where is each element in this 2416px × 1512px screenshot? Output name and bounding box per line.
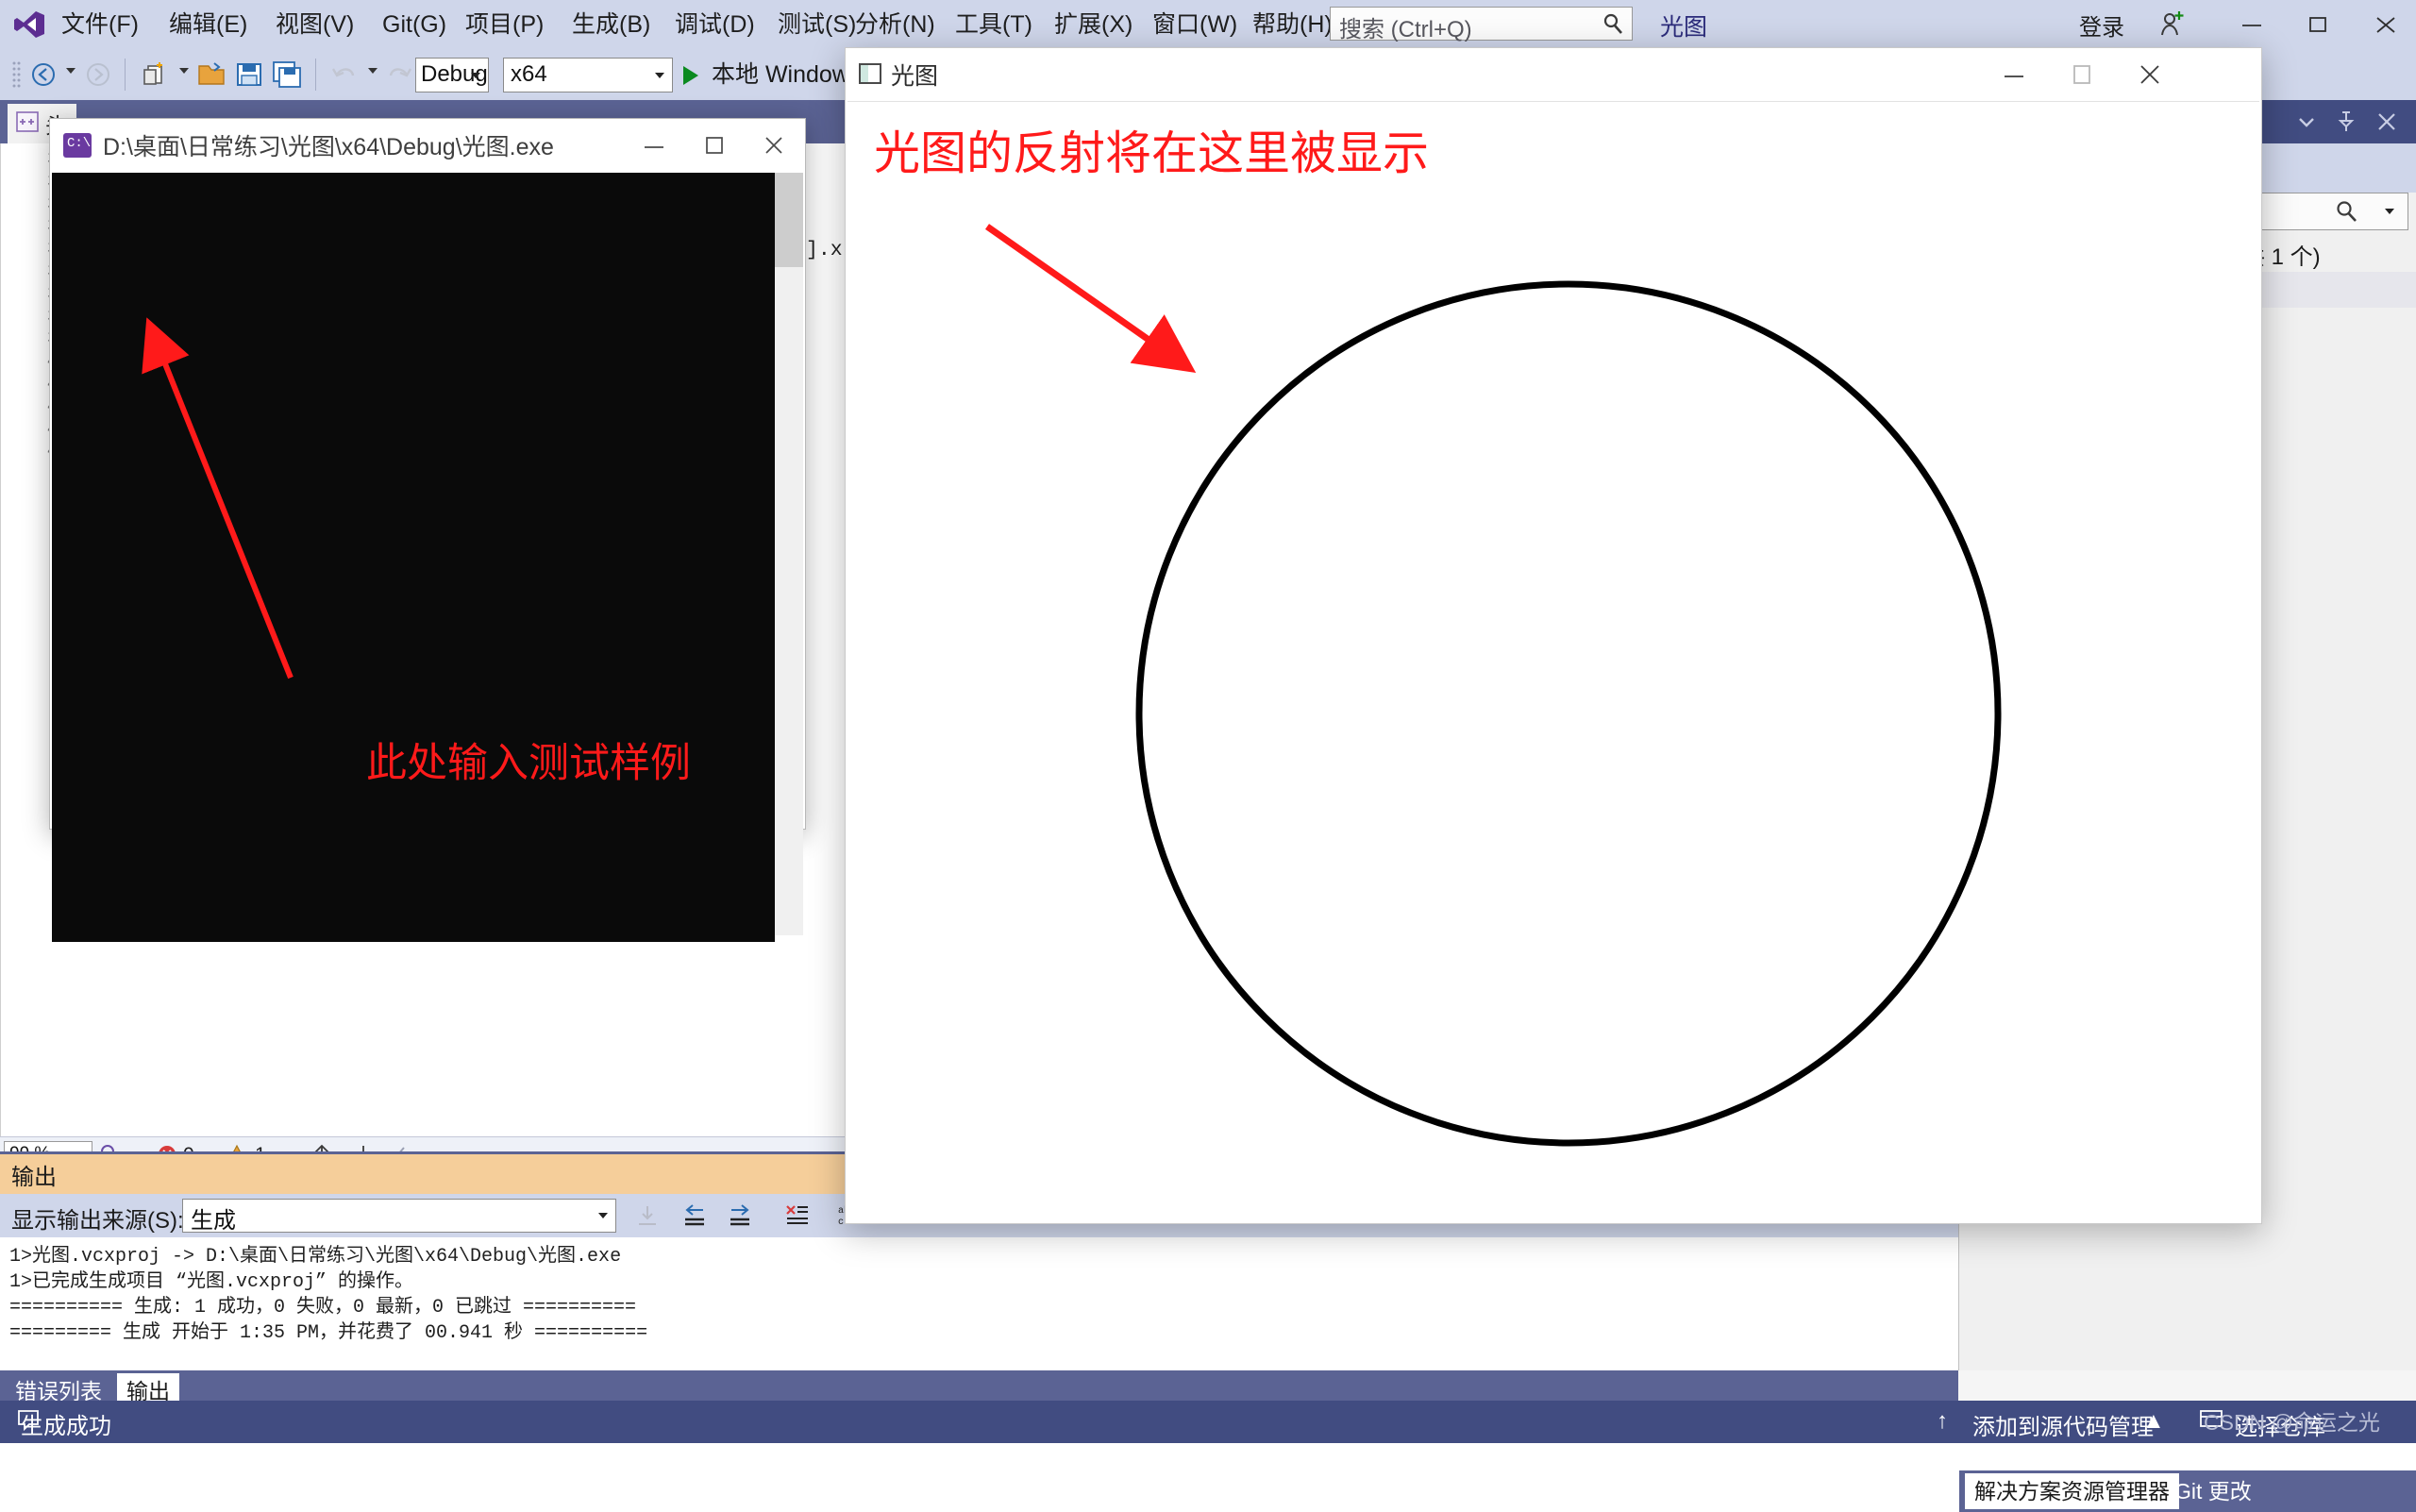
graphics-title-bar[interactable]: 光图 xyxy=(846,48,2261,101)
platform-value: x64 xyxy=(511,61,547,87)
graphics-annotation-arrow xyxy=(984,224,1197,374)
pin-icon[interactable] xyxy=(2334,109,2362,136)
save-icon[interactable] xyxy=(234,59,264,90)
start-debug-button[interactable]: 本地 Windows xyxy=(681,58,861,92)
graphics-canvas[interactable] xyxy=(847,101,2259,1220)
next-message-icon[interactable] xyxy=(727,1202,753,1234)
toolbar-grip[interactable] xyxy=(11,60,21,95)
console-scrollbar-thumb[interactable] xyxy=(775,173,803,267)
toolbar-separator xyxy=(315,59,316,91)
output-source-label: 显示输出来源(S): xyxy=(11,1208,184,1234)
save-all-icon[interactable] xyxy=(272,59,302,90)
clear-all-icon[interactable] xyxy=(783,1202,810,1234)
output-source-value: 生成 xyxy=(191,1208,236,1234)
tab-git-changes[interactable]: Git 更改 xyxy=(2165,1473,2261,1509)
console-minimize-button[interactable] xyxy=(624,119,684,173)
menu-build[interactable]: 生成(B) xyxy=(563,7,659,42)
console-close-button[interactable] xyxy=(745,119,805,173)
menu-bar: 文件(F) 编辑(E) 视图(V) Git(G) 项目(P) 生成(B) 调试(… xyxy=(0,0,2416,49)
console-annotation-arrow xyxy=(142,317,294,680)
chevron-down-icon xyxy=(471,73,480,78)
right-panel-tab-strip: 解决方案资源管理器 Git 更改 xyxy=(1959,1470,2416,1512)
menu-tools[interactable]: 工具(T) xyxy=(947,7,1041,42)
add-to-source-control-button[interactable]: 添加到源代码管理 xyxy=(1972,1408,2154,1441)
tab-solution-explorer[interactable]: 解决方案资源管理器 xyxy=(1965,1473,2179,1509)
console-scrollbar[interactable] xyxy=(775,173,803,935)
goto-message-icon[interactable] xyxy=(634,1202,661,1234)
close-icon[interactable] xyxy=(2374,109,2403,136)
undo-dropdown[interactable] xyxy=(368,68,378,74)
caret-up-icon[interactable]: ▲ xyxy=(2142,1408,2165,1435)
account-add-icon[interactable] xyxy=(2156,8,2189,40)
output-line: ========= 生成 开始于 1:35 PM，并花费了 00.941 秒 =… xyxy=(9,1322,648,1344)
svg-text:c: c xyxy=(838,1218,844,1228)
search-placeholder: 搜索 (Ctrl+Q) xyxy=(1339,17,1472,42)
graphics-minimize-button[interactable] xyxy=(1980,48,2048,101)
menu-analyze[interactable]: 分析(N) xyxy=(847,7,944,42)
watermark-text: CSDN @命运之光 xyxy=(2204,1410,2380,1435)
redo-icon[interactable] xyxy=(385,59,415,90)
console-output-area[interactable] xyxy=(52,173,775,942)
output-line: ========== 生成: 1 成功，0 失败，0 最新，0 已跳过 ====… xyxy=(9,1297,637,1319)
search-icon xyxy=(1602,12,1624,35)
console-title-bar[interactable]: C:\ D:\桌面\日常练习\光图\x64\Debug\光图.exe xyxy=(50,119,805,173)
reflection-circle xyxy=(1135,280,2002,1147)
new-project-dropdown[interactable] xyxy=(179,68,189,74)
sign-in-label[interactable]: 登录 xyxy=(2079,8,2124,42)
graphics-close-button[interactable] xyxy=(2116,48,2184,101)
graphics-maximize-button[interactable] xyxy=(2048,48,2116,101)
status-bar: 生成成功 ↑ 添加到源代码管理 ▲ 选择仓库 xyxy=(0,1401,2416,1443)
graphics-window[interactable]: 光图 光图的反射将在这里被显示 xyxy=(845,47,2262,1224)
graphics-annotation-text: 光图的反射将在这里被显示 xyxy=(874,126,1430,180)
graphics-title-text: 光图 xyxy=(891,63,939,90)
console-annotation-text: 此处输入测试样例 xyxy=(366,740,691,787)
menu-window[interactable]: 窗口(W) xyxy=(1144,7,1246,42)
menu-file[interactable]: 文件(F) xyxy=(53,7,147,42)
toolbar-separator xyxy=(125,59,126,91)
visual-studio-logo-icon xyxy=(13,9,45,40)
menu-edit[interactable]: 编辑(E) xyxy=(160,7,256,42)
graphics-drawing xyxy=(984,224,2002,1147)
navigate-back-icon[interactable] xyxy=(28,59,59,90)
menu-help[interactable]: 帮助(H) xyxy=(1244,7,1341,42)
menu-debug[interactable]: 调试(D) xyxy=(666,7,763,42)
build-status-label: 生成成功 xyxy=(21,1414,111,1439)
ide-minimize-button[interactable] xyxy=(2223,0,2280,49)
output-source-combo[interactable]: 生成 xyxy=(182,1199,616,1234)
output-text-area[interactable]: 1>光图.vcxproj -> D:\桌面\日常练习\光图\x64\Debug\… xyxy=(0,1237,1958,1373)
arrow-up-icon: ↑ xyxy=(1937,1408,1948,1434)
cpp-file-icon xyxy=(15,109,40,139)
search-icon xyxy=(2334,199,2358,228)
output-panel-title: 输出 xyxy=(11,1165,57,1190)
menu-project[interactable]: 项目(P) xyxy=(457,7,552,42)
navigate-back-dropdown[interactable] xyxy=(66,68,76,74)
menu-view[interactable]: 视图(V) xyxy=(267,7,362,42)
output-line: 1>已完成生成项目 “光图.vcxproj” 的操作。 xyxy=(9,1271,414,1293)
menu-git[interactable]: Git(G) xyxy=(374,7,455,42)
navigate-forward-icon[interactable] xyxy=(83,59,113,90)
menu-extensions[interactable]: 扩展(X) xyxy=(1046,7,1141,42)
chevron-down-icon[interactable] xyxy=(2294,109,2323,136)
platform-combo[interactable]: x64 xyxy=(503,58,673,92)
easyx-window-icon xyxy=(859,63,881,84)
search-input[interactable]: 搜索 (Ctrl+Q) xyxy=(1330,7,1633,42)
undo-icon[interactable] xyxy=(328,59,359,90)
console-window[interactable]: C:\ D:\桌面\日常练习\光图\x64\Debug\光图.exe 此处输入测… xyxy=(49,118,806,942)
chevron-down-icon xyxy=(655,73,664,78)
open-folder-icon[interactable] xyxy=(196,59,226,90)
ide-restore-button[interactable] xyxy=(2290,0,2347,49)
project-title: 光图 xyxy=(1660,14,1708,41)
chevron-down-icon xyxy=(598,1213,608,1218)
console-maximize-button[interactable] xyxy=(684,119,745,173)
ide-close-button[interactable] xyxy=(2357,0,2414,49)
configuration-combo[interactable]: Debug xyxy=(415,58,489,92)
new-project-icon[interactable] xyxy=(140,59,170,90)
console-title-text: D:\桌面\日常练习\光图\x64\Debug\光图.exe xyxy=(103,134,554,160)
chevron-down-icon[interactable] xyxy=(2385,209,2394,214)
output-line: 1>光图.vcxproj -> D:\桌面\日常练习\光图\x64\Debug\… xyxy=(9,1246,622,1268)
console-cmd-icon: C:\ xyxy=(63,133,92,158)
prev-message-icon[interactable] xyxy=(681,1202,708,1234)
